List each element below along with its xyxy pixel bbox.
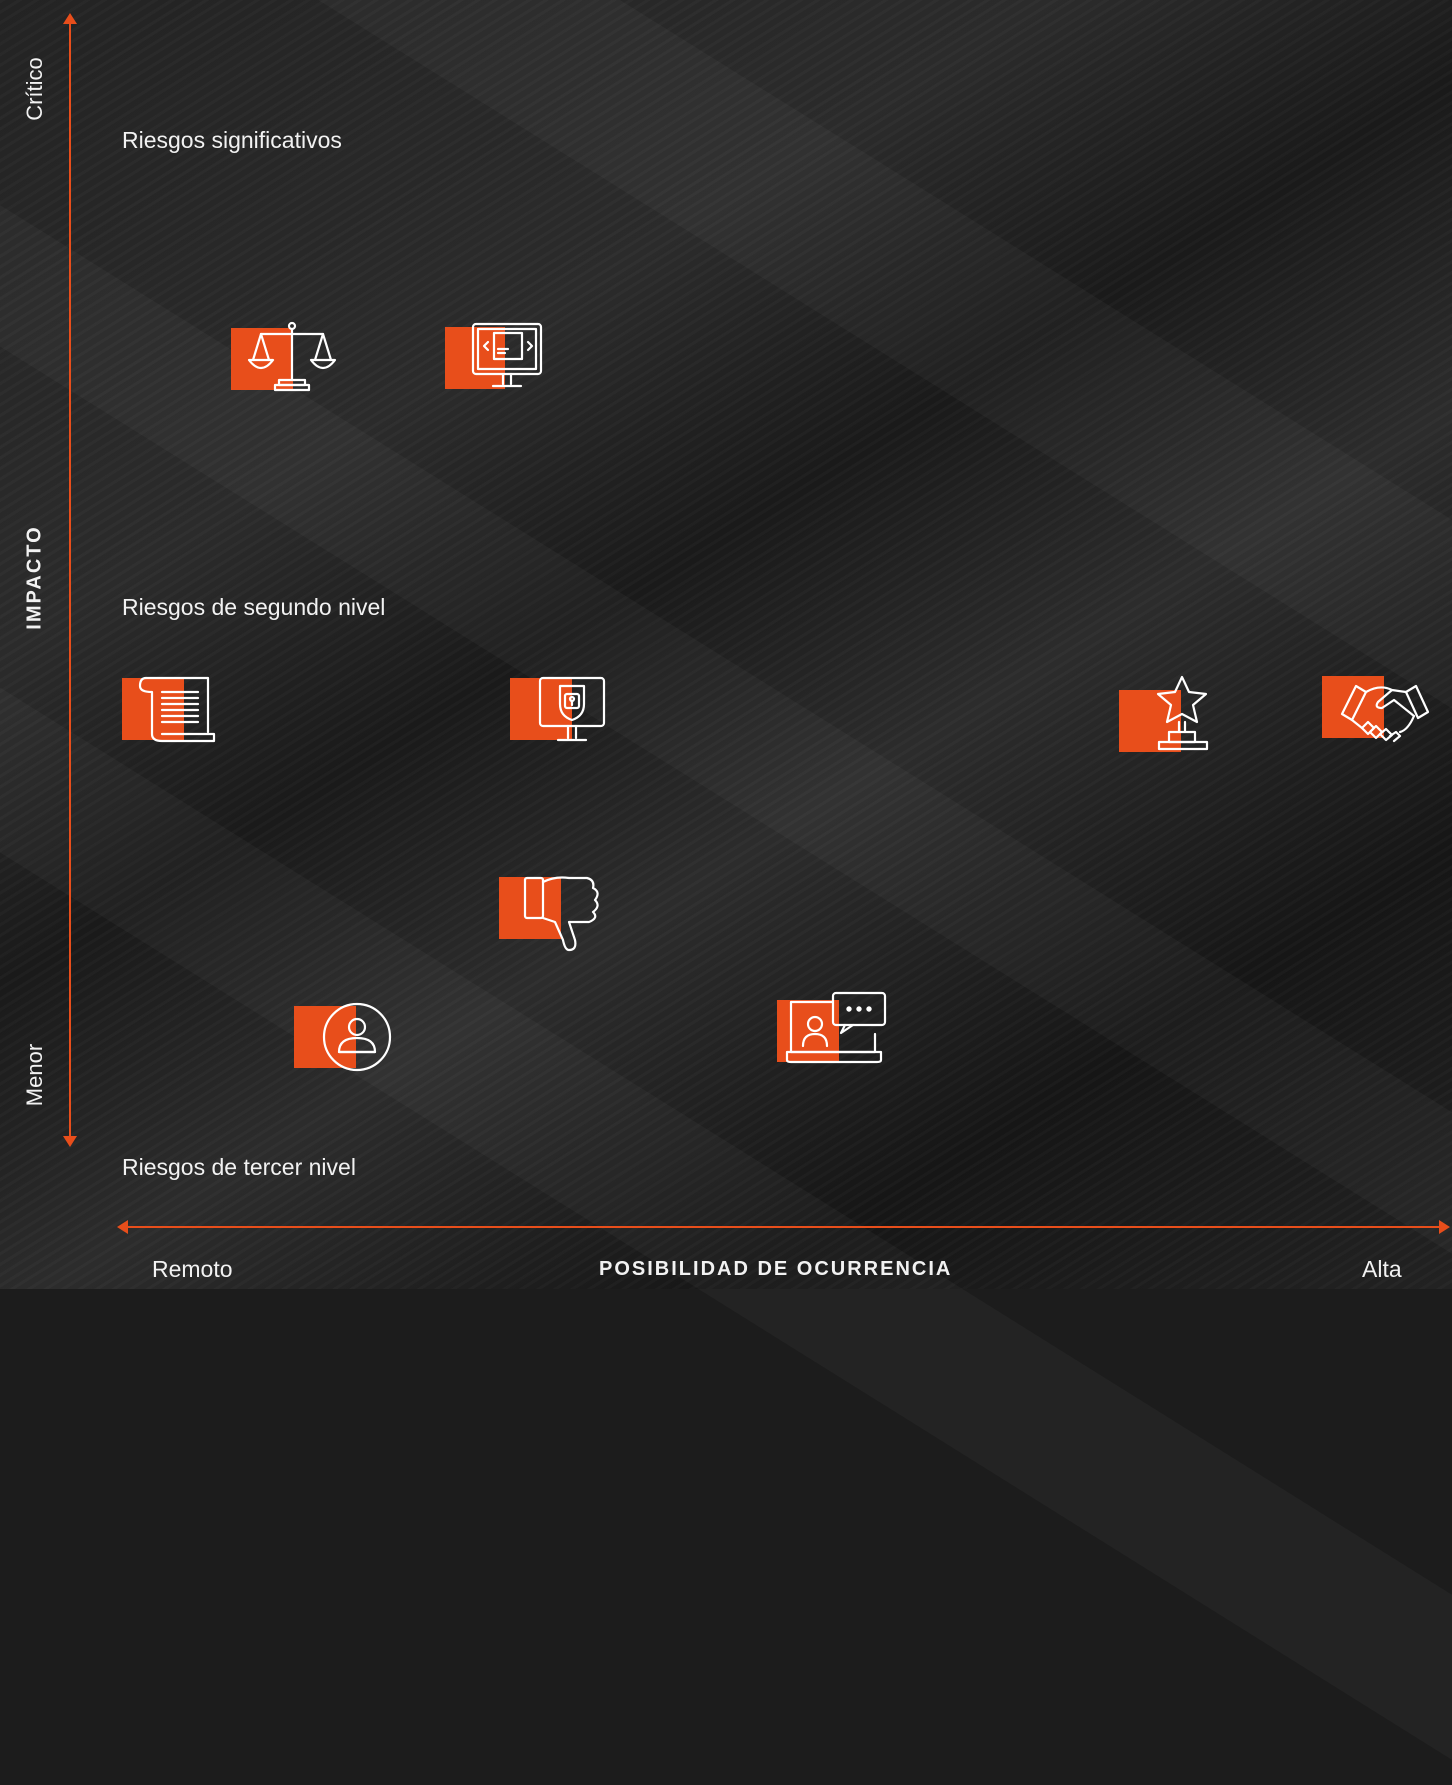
laptop-chat-icon: [777, 990, 892, 1068]
zone-label-second: Riesgos de segundo nivel: [122, 594, 386, 620]
y-axis-title: IMPACTO: [23, 525, 46, 630]
monitor-lock-icon: [510, 676, 610, 746]
y-axis-arrow-bottom: [63, 1136, 77, 1147]
zone-label-significant: Riesgos significativos: [122, 127, 342, 153]
user-circle-icon: [294, 1000, 394, 1075]
monitor-code-icon: [445, 322, 545, 392]
y-axis-top-label: Crítico: [22, 57, 47, 121]
axes: [63, 13, 1450, 1234]
x-axis-arrow-right: [1439, 1220, 1450, 1234]
x-axis-title: POSIBILIDAD DE OCURRENCIA: [599, 1258, 953, 1280]
zone-label-third: Riesgos de tercer nivel: [122, 1154, 356, 1180]
scales-icon: [231, 320, 341, 395]
x-axis-arrow-left: [117, 1220, 128, 1234]
y-axis-arrow-top: [63, 13, 77, 24]
x-axis-left-label: Remoto: [152, 1256, 233, 1282]
handshake-icon: [1322, 674, 1437, 744]
trophy-star-icon: [1119, 674, 1219, 756]
y-axis-bottom-label: Menor: [22, 1043, 47, 1107]
thumbs-down-icon: [499, 874, 609, 956]
x-axis-right-label: Alta: [1362, 1256, 1402, 1282]
scroll-document-icon: [122, 674, 222, 746]
